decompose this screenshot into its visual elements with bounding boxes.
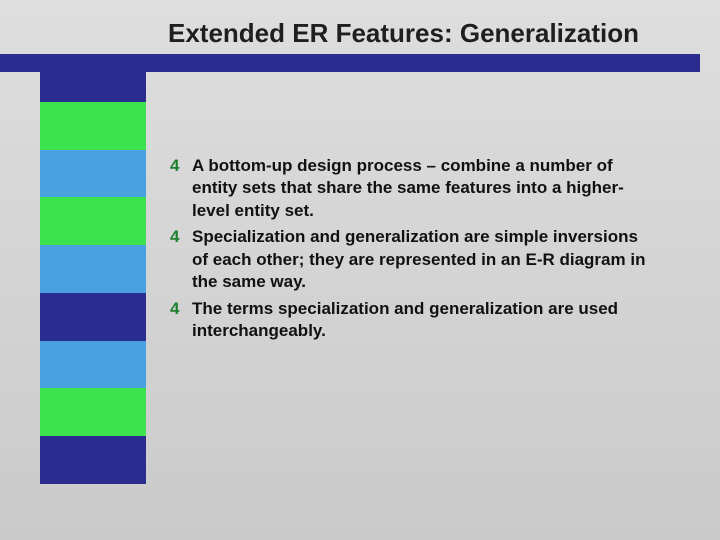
sidebar-band [40, 150, 146, 198]
sidebar-band [40, 54, 146, 102]
bullet-marker-icon: 4 [170, 155, 192, 177]
bullet-text: A bottom-up design process – combine a n… [192, 155, 656, 222]
bullet-marker-icon: 4 [170, 298, 192, 320]
sidebar-band [40, 245, 146, 293]
bullet-rest: Specialization and generalization are si… [192, 227, 645, 291]
slide-title: Extended ER Features: Generalization [168, 18, 720, 49]
decorative-sidebar [40, 54, 146, 484]
sidebar-band [40, 293, 146, 341]
bullet-marker-icon: 4 [170, 226, 192, 248]
bullet-rest: The terms specialization and generalizat… [192, 299, 618, 340]
bullet-item: 4 A bottom-up design process – combine a… [170, 155, 656, 222]
sidebar-band [40, 102, 146, 150]
bullet-lead: A bottom-up design process [192, 156, 422, 175]
sidebar-band [40, 436, 146, 484]
sidebar-band [40, 341, 146, 389]
bullet-text: The terms specialization and generalizat… [192, 298, 656, 343]
sidebar-band [40, 197, 146, 245]
slide: Extended ER Features: Generalization 4 A… [0, 0, 720, 540]
bullet-text: Specialization and generalization are si… [192, 226, 656, 293]
sidebar-band [40, 388, 146, 436]
content-area: 4 A bottom-up design process – combine a… [170, 155, 656, 347]
bullet-item: 4 The terms specialization and generaliz… [170, 298, 656, 343]
bullet-item: 4 Specialization and generalization are … [170, 226, 656, 293]
